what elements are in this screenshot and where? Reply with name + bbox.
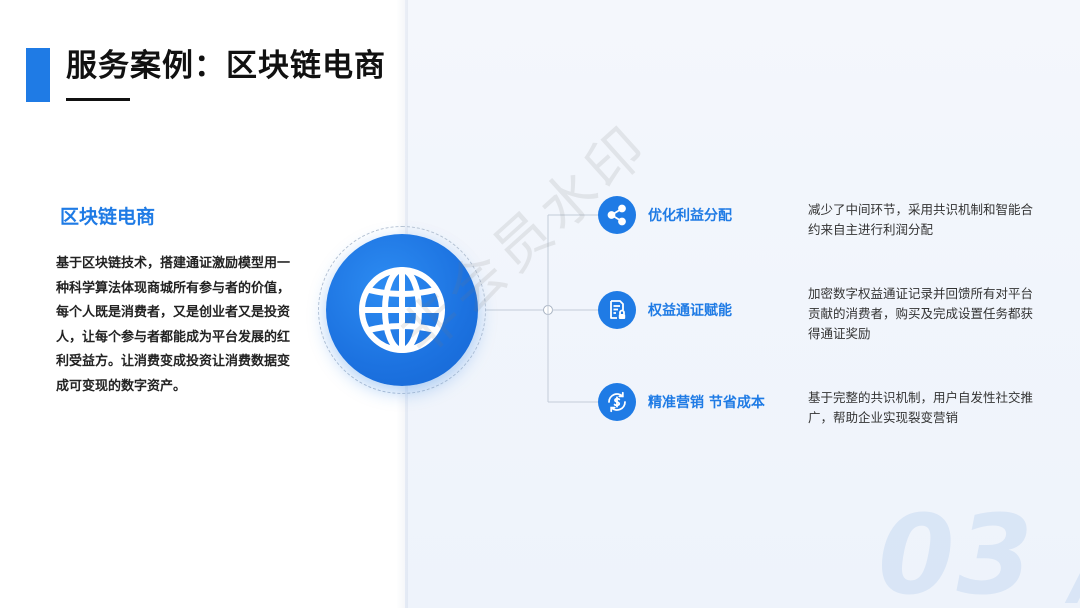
title-accent-bar: [26, 48, 50, 102]
dollar-cycle-icon: [598, 383, 636, 421]
section-description: 基于区块链技术，搭建通证激励模型用一种科学算法体现商城所有参与者的价值，每个人既…: [56, 256, 291, 394]
page-title: 服务案例：区块链电商: [66, 48, 386, 84]
globe-icon: [359, 267, 445, 353]
feature-title-1: 优化利益分配: [648, 208, 732, 224]
feature-desc-3: 基于完整的共识机制，用户自发性社交推广，帮助企业实现裂变营销: [808, 390, 1034, 425]
feature-title-3: 精准营销 节省成本: [648, 395, 765, 411]
section-heading: 区块链电商: [60, 206, 156, 228]
title-underline: [66, 98, 130, 101]
feature-title-2: 权益通证赋能: [648, 303, 732, 319]
page-number: 03 /05: [878, 491, 1080, 608]
feature-desc-1: 减少了中间环节，采用共识机制和智能合约来自主进行利润分配: [808, 202, 1034, 237]
document-lock-icon: [598, 291, 636, 329]
feature-desc-2: 加密数字权益通证记录并回馈所有对平台贡献的消费者，购买及完成设置任务都获得通证奖…: [808, 286, 1034, 341]
share-icon: [598, 196, 636, 234]
slide: 服务案例：区块链电商 区块链电商 基于区块链技术，搭建通证激励模型用一种科学算法…: [0, 0, 1080, 608]
